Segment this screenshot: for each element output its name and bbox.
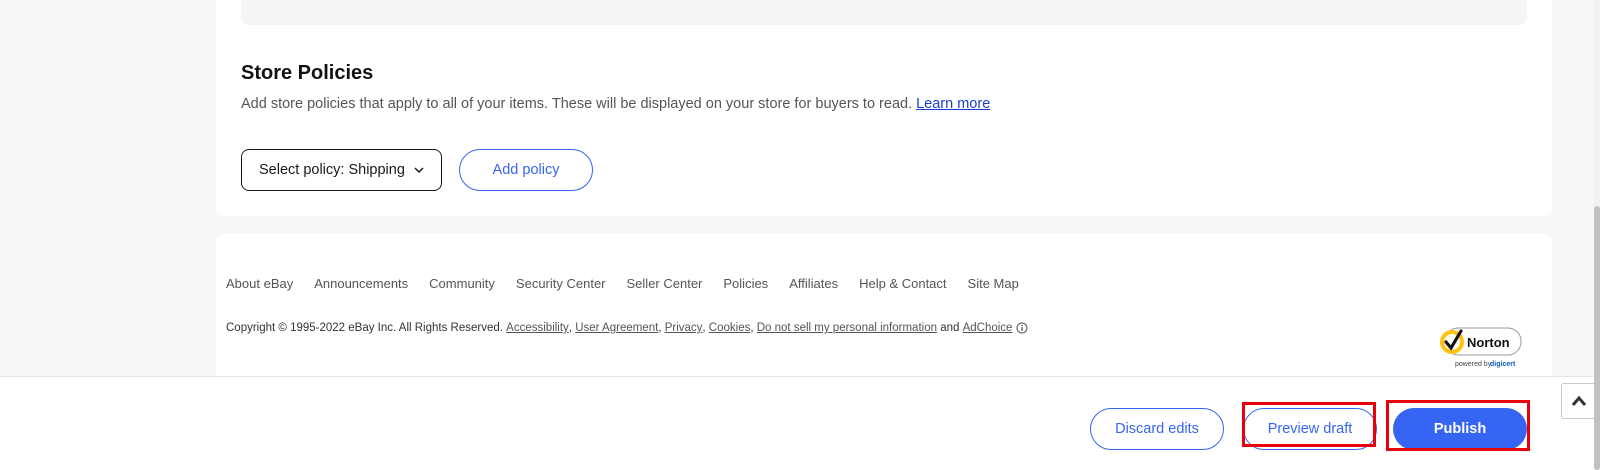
store-policies-title: Store Policies [241, 62, 374, 84]
add-policy-button[interactable]: Add policy [459, 149, 593, 191]
previous-section-panel [241, 0, 1527, 25]
and-text: and [940, 322, 960, 334]
footer-link-policies[interactable]: Policies [723, 276, 768, 291]
user-agreement-link[interactable]: User Agreement [575, 322, 658, 334]
learn-more-link[interactable]: Learn more [916, 96, 990, 112]
scrollbar-thumb[interactable] [1594, 206, 1600, 470]
select-policy-dropdown[interactable]: Select policy: Shipping [241, 149, 442, 191]
store-policies-description: Add store policies that apply to all of … [241, 96, 990, 112]
footer-link-seller-center[interactable]: Seller Center [627, 276, 703, 291]
cookies-link[interactable]: Cookies [709, 322, 751, 334]
publish-button[interactable]: Publish [1393, 408, 1527, 450]
copyright-line: Copyright © 1995-2022 eBay Inc. All Righ… [226, 322, 1028, 334]
preview-draft-button[interactable]: Preview draft [1243, 408, 1377, 450]
chevron-up-icon [1571, 395, 1587, 406]
discard-edits-button[interactable]: Discard edits [1090, 408, 1224, 450]
svg-text:powered by: powered by [1455, 361, 1492, 368]
chevron-down-icon [414, 167, 424, 174]
privacy-link[interactable]: Privacy [665, 322, 703, 334]
footer-card [216, 233, 1552, 383]
page: Store Policies Add store policies that a… [0, 0, 1600, 470]
footer-links: About eBay Announcements Community Secur… [226, 276, 1019, 291]
footer-link-site-map[interactable]: Site Map [968, 276, 1019, 291]
do-not-sell-link[interactable]: Do not sell my personal information [757, 322, 937, 334]
footer-link-affiliates[interactable]: Affiliates [789, 276, 838, 291]
footer-link-announcements[interactable]: Announcements [314, 276, 408, 291]
svg-text:digicert: digicert [1490, 361, 1516, 368]
scroll-to-top-button[interactable] [1561, 383, 1597, 419]
footer-link-help-contact[interactable]: Help & Contact [859, 276, 946, 291]
norton-logo[interactable]: Norton powered by digicert [1437, 325, 1525, 371]
store-policies-description-text: Add store policies that apply to all of … [241, 96, 913, 112]
footer-link-community[interactable]: Community [429, 276, 495, 291]
svg-text:Norton: Norton [1467, 335, 1510, 350]
copyright-text: Copyright © 1995-2022 eBay Inc. All Righ… [226, 322, 503, 334]
footer-link-security-center[interactable]: Security Center [516, 276, 606, 291]
info-icon[interactable] [1016, 322, 1028, 334]
footer-link-about[interactable]: About eBay [226, 276, 293, 291]
accessibility-link[interactable]: Accessibility [506, 322, 569, 334]
adchoice-link[interactable]: AdChoice [963, 322, 1013, 334]
select-policy-label: Select policy: Shipping [259, 162, 405, 178]
